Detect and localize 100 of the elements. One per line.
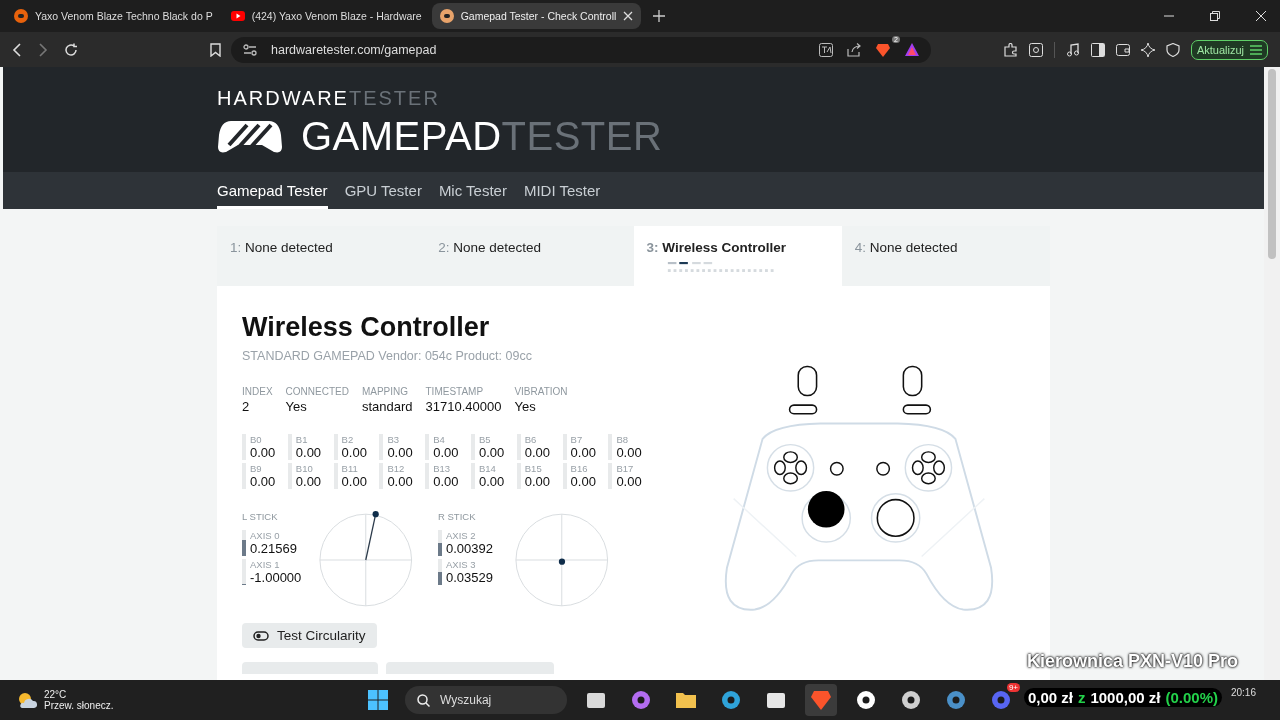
- axis-level-bar: [438, 559, 442, 585]
- axis-label: AXIS 2: [446, 530, 477, 541]
- button-label: B4: [433, 434, 446, 445]
- nav-link[interactable]: GPU Tester: [344, 172, 422, 209]
- windows-start-icon[interactable]: [368, 690, 388, 710]
- weather-temperature: 22°C: [44, 689, 68, 700]
- test-circularity-button[interactable]: Test Circularity: [242, 623, 377, 648]
- update-button[interactable]: Aktualizuj: [1190, 39, 1268, 60]
- button-label: B0: [250, 434, 263, 445]
- scrollbar[interactable]: [1264, 67, 1280, 680]
- button-value: 0.00: [295, 445, 322, 460]
- axis-label: AXIS 0: [250, 530, 281, 541]
- circle-icon: [720, 689, 742, 711]
- translate-icon[interactable]: [819, 42, 833, 57]
- stat-value: Yes: [285, 399, 308, 414]
- stat-label: TIMESTAMP: [425, 386, 485, 397]
- button-label: B11: [341, 463, 359, 474]
- button-value: 0.00: [433, 445, 459, 460]
- button-value: 0.00: [387, 445, 413, 460]
- triangle-icon[interactable]: [905, 43, 919, 56]
- button-label: B16: [570, 463, 589, 474]
- menu-icon: [1250, 44, 1262, 55]
- sidebar-icon[interactable]: [1090, 42, 1105, 57]
- share-icon[interactable]: [847, 42, 861, 57]
- gamepad-slot-tab[interactable]: 4: None detected: [841, 226, 1050, 286]
- music-note-icon[interactable]: [1065, 42, 1080, 57]
- button-label: B8: [616, 434, 629, 445]
- gamepad-slot-tab[interactable]: 2: None detected: [425, 226, 634, 286]
- button-value: 0.00: [616, 445, 642, 460]
- button-value: 0.00: [479, 474, 505, 489]
- puzzle-icon[interactable]: [1003, 42, 1018, 57]
- axis-value: 0.21569: [250, 541, 297, 556]
- stick-dot: [373, 511, 380, 518]
- lion-shield-icon[interactable]: [875, 41, 891, 58]
- stat-label: INDEX: [242, 386, 273, 397]
- axis-value: 0.03529: [446, 570, 493, 585]
- bookmark-icon[interactable]: [210, 42, 221, 57]
- button-value: 0.00: [479, 445, 505, 460]
- back-icon[interactable]: [12, 42, 22, 57]
- circle-icon: [945, 689, 967, 711]
- button-label: B13: [433, 463, 452, 474]
- button-value: 0.00: [433, 474, 459, 489]
- url-text: hardwaretester.com/gamepad: [271, 42, 437, 57]
- stat-value: 31710.40000: [425, 399, 502, 414]
- button-label: B5: [479, 434, 492, 445]
- nav-link[interactable]: Mic Tester: [438, 172, 507, 209]
- gamepad-slot-tab[interactable]: 3: Wireless Controller: [633, 226, 842, 286]
- circle-icon: [900, 689, 922, 711]
- button-label: B6: [524, 434, 538, 445]
- stick-label: L STICK: [242, 511, 279, 522]
- button-value: 0.00: [570, 445, 596, 460]
- button-label: B12: [387, 463, 406, 474]
- circle-icon: [855, 689, 877, 711]
- stat-value: Yes: [514, 399, 537, 414]
- gamepad-logo-icon[interactable]: [217, 118, 283, 155]
- axis-level-bar: [242, 530, 246, 556]
- button-value: 0.00: [295, 474, 322, 489]
- button-value: 0.00: [250, 445, 276, 460]
- button-value: 0.00: [341, 445, 367, 460]
- nav-link[interactable]: MIDI Tester: [523, 172, 601, 209]
- close-icon[interactable]: [1256, 11, 1266, 21]
- weather-condition: Przew. słonecz.: [44, 700, 114, 711]
- taskbar-search-field[interactable]: Wyszukaj: [405, 686, 567, 714]
- site-brand[interactable]: HARDWARETESTER: [217, 87, 1050, 110]
- button-value: 0.00: [250, 474, 276, 489]
- vpn-shield-icon[interactable]: [1165, 42, 1180, 57]
- button-value: 0.00: [616, 474, 642, 489]
- button-label: B15: [524, 463, 543, 474]
- controller-info: STANDARD GAMEPAD Vendor: 054c Product: 09cc: [242, 349, 533, 363]
- reload-icon[interactable]: [64, 42, 78, 57]
- close-icon[interactable]: [623, 11, 634, 21]
- taskbar-app-button[interactable]: 9+: [985, 684, 1017, 716]
- forward-icon[interactable]: [38, 42, 48, 57]
- axis-level-bar: [438, 530, 442, 556]
- stat-label: MAPPING: [361, 386, 410, 397]
- clock-time: 20:16: [1230, 687, 1256, 698]
- restore-icon[interactable]: [1210, 11, 1220, 21]
- axis-label: AXIS 3: [446, 559, 477, 570]
- button-label: B7: [570, 434, 584, 445]
- sparkle-icon[interactable]: [1140, 42, 1155, 57]
- browser-tab[interactable]: Yaxo Venom Blaze Techno Black do P: [6, 3, 221, 29]
- axis-label: AXIS 1: [250, 559, 281, 570]
- button-value: 0.00: [387, 474, 413, 489]
- donation-goal: 0,00 zł z 1000,00 zł (0.00%): [1023, 688, 1222, 707]
- browser-tab[interactable]: Gamepad Tester - Check Controll: [431, 3, 642, 29]
- stat-value: standard: [361, 399, 413, 414]
- site-settings-icon[interactable]: [243, 43, 257, 56]
- wallet-icon[interactable]: [1115, 43, 1130, 56]
- gamepad-slot-tab[interactable]: 1: None detected: [217, 226, 426, 286]
- nav-link[interactable]: Gamepad Tester: [217, 172, 328, 209]
- browser-tab[interactable]: (424) Yaxo Venom Blaze - Hardware: [222, 3, 430, 29]
- play-icon: [230, 9, 245, 23]
- button-label: B3: [387, 434, 400, 445]
- axis-value: 0.00392: [446, 541, 493, 556]
- button-label: B1: [295, 434, 309, 445]
- new-tab-icon[interactable]: [653, 10, 666, 22]
- toggle-icon: [253, 630, 269, 641]
- sun-cloud-icon[interactable]: [16, 691, 38, 709]
- stat-value: 2: [242, 399, 251, 414]
- search-window-icon[interactable]: [1028, 42, 1043, 57]
